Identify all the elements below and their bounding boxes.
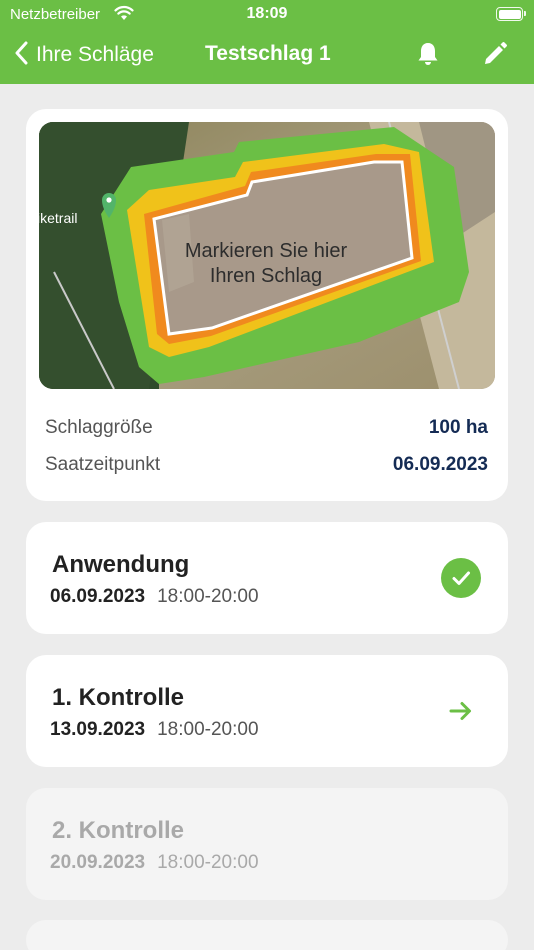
- status-bar: Netzbetreiber 18:09: [0, 0, 534, 28]
- step-schedule: 20.09.2023 18:00-20:00: [50, 852, 259, 874]
- page-title: Testschlag 1: [205, 42, 331, 65]
- map-instruction: Markieren Sie hier Ihren Schlag: [136, 239, 396, 289]
- back-button[interactable]: Ihre Schläge: [14, 40, 154, 70]
- map-pin-icon: [102, 193, 116, 219]
- step-time: 18:00-20:00: [157, 719, 259, 740]
- map-instruction-line2: Ihren Schlag: [209, 265, 323, 287]
- map-instruction-line1: Markieren Sie hier: [184, 240, 348, 262]
- step-date: 13.09.2023: [50, 719, 146, 740]
- step-time: 18:00-20:00: [157, 852, 259, 873]
- field-size-label: Schlaggröße: [45, 417, 153, 438]
- edit-button[interactable]: [481, 40, 509, 73]
- step-card-next: [26, 920, 508, 950]
- check-icon: [441, 558, 481, 598]
- step-schedule: 13.09.2023 18:00-20:00: [50, 719, 259, 741]
- field-card: Markieren Sie hier Ihren Schlag iketrail…: [26, 109, 508, 501]
- step-card-application[interactable]: Anwendung 06.09.2023 18:00-20:00: [26, 522, 508, 634]
- step-date: 06.09.2023: [50, 586, 146, 607]
- map-poi-label: iketrail: [39, 210, 78, 226]
- clock: 18:09: [246, 5, 288, 22]
- step-title: Anwendung: [52, 551, 190, 578]
- notifications-button[interactable]: [414, 40, 442, 73]
- step-time: 18:00-20:00: [157, 586, 259, 607]
- step-title: 1. Kontrolle: [52, 684, 185, 711]
- step-schedule: 06.09.2023 18:00-20:00: [50, 586, 259, 608]
- sowing-date-label: Saatzeitpunkt: [45, 454, 161, 475]
- step-title: 2. Kontrolle: [52, 817, 185, 844]
- field-size-row: Schlaggröße 100 ha: [45, 416, 488, 440]
- back-button-label: Ihre Schläge: [36, 43, 154, 66]
- pencil-icon: [481, 42, 509, 72]
- field-map[interactable]: Markieren Sie hier Ihren Schlag iketrail: [39, 122, 495, 389]
- field-size-value: 100 ha: [428, 417, 488, 438]
- arrow-right-icon[interactable]: [448, 699, 474, 728]
- step-date: 20.09.2023: [50, 852, 146, 873]
- step-card-control-2: 2. Kontrolle 20.09.2023 18:00-20:00: [26, 788, 508, 900]
- sowing-date-row: Saatzeitpunkt 06.09.2023: [45, 453, 488, 477]
- step-card-control-1[interactable]: 1. Kontrolle 13.09.2023 18:00-20:00: [26, 655, 508, 767]
- app-header: Netzbetreiber 18:09 Ihre Schläge Testsch…: [0, 0, 534, 84]
- chevron-left-icon: [14, 41, 28, 70]
- sowing-date-value: 06.09.2023: [392, 454, 488, 475]
- battery-icon: [496, 7, 526, 21]
- bell-icon: [414, 43, 442, 72]
